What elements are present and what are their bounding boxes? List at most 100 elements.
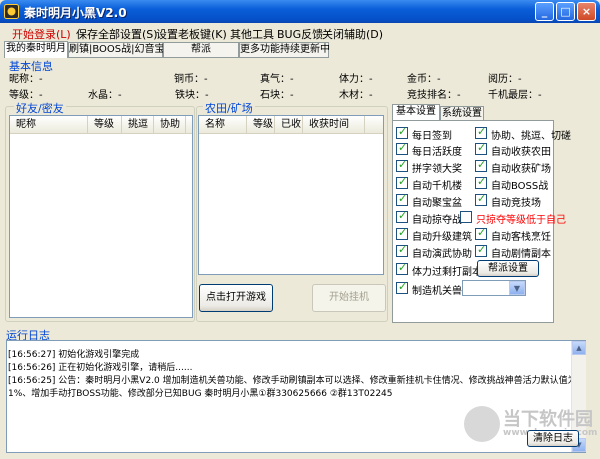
checkbox-box[interactable] — [460, 211, 472, 223]
checkbox-box[interactable]: ✓ — [475, 158, 487, 172]
tab-dungeon-boss[interactable]: 刷镇|BOOS战|幻音宝盒 — [68, 42, 175, 58]
tab-more-features[interactable]: 更多功能持续更新中 — [239, 42, 330, 58]
checkbox-label: 自动千机楼 — [412, 181, 462, 192]
column-header[interactable]: 协助 — [154, 116, 186, 134]
checkbox-label: 拼字领大奖 — [412, 164, 462, 175]
check-mark-icon: ✓ — [398, 141, 408, 154]
column-header[interactable]: 昵称 — [10, 116, 88, 134]
beast-select[interactable]: ▼ — [462, 280, 526, 296]
window-title: 秦时明月小黑V2.0 — [24, 6, 127, 20]
info-wood: 木材：- — [339, 90, 373, 101]
log-line: [16:56:27] 初始化游戏引擎完成 — [8, 350, 140, 360]
checkbox-box[interactable]: ✓ — [396, 209, 408, 223]
info-copper: 铜币：- — [174, 74, 208, 85]
check-mark-icon: ✓ — [477, 192, 487, 205]
check-mark-icon: ✓ — [477, 125, 487, 138]
farm-title: 农田/矿场 — [203, 100, 255, 116]
checkbox-label: 每日活跃度 — [412, 147, 462, 158]
checkbox-box[interactable]: ✓ — [396, 261, 408, 275]
checkbox-box[interactable]: ✓ — [475, 125, 487, 139]
menu-bug-report[interactable]: BUG反馈 — [277, 26, 323, 42]
checkbox-label: 自动竞技场 — [491, 198, 541, 209]
check-mark-icon: ✓ — [398, 226, 408, 239]
minimize-button[interactable]: _ — [535, 2, 554, 21]
log-line: [16:56:26] 正在初始化游戏引擎，请稍后...... — [8, 363, 193, 373]
log-output[interactable]: [16:56:27] 初始化游戏引擎完成 [16:56:26] 正在初始化游戏引… — [6, 340, 586, 453]
checkbox-box[interactable]: ✓ — [396, 125, 408, 139]
log-line: [16:56:25] 公告：秦时明月小黑V2.0 增加制造机关兽功能、修改手动刷… — [8, 376, 577, 386]
checkbox-box[interactable]: ✓ — [396, 158, 408, 172]
checkbox-box[interactable]: ✓ — [396, 226, 408, 240]
info-iron: 铁块：- — [175, 90, 209, 101]
tab-basic-settings[interactable]: 基本设置 — [392, 104, 440, 121]
checkbox-label: 自动剧情副本 — [491, 249, 551, 260]
checkbox-box[interactable]: ✓ — [396, 243, 408, 257]
check-mark-icon: ✓ — [398, 280, 408, 293]
checkbox-label: 自动收获矿场 — [491, 164, 551, 175]
check-mark-icon: ✓ — [477, 158, 487, 171]
column-header[interactable]: 名称 — [199, 116, 247, 134]
column-header[interactable]: 已收 — [275, 116, 303, 134]
checkbox-label: 体力过剩打副本 — [412, 267, 482, 278]
column-header[interactable]: 挑逗 — [122, 116, 154, 134]
friends-list-header: 昵称 等级 挑逗 协助 — [10, 116, 192, 134]
check-mark-icon: ✓ — [398, 209, 408, 222]
checkbox-box[interactable]: ✓ — [475, 243, 487, 257]
farm-list[interactable]: 名称 等级 已收 收获时间 — [198, 115, 384, 275]
friends-title: 好友/密友 — [14, 100, 66, 116]
info-stone: 石块：- — [260, 90, 294, 101]
close-button[interactable]: × — [577, 2, 596, 21]
start-hang-button[interactable]: 开始挂机 — [312, 284, 386, 312]
menu-bar: 开始登录(L) 保存全部设置(S) 设置老板键(K) 其他工具 BUG反馈 关闭… — [0, 23, 600, 43]
check-mark-icon: ✓ — [398, 192, 408, 205]
tab-faction[interactable]: 帮派 — [163, 42, 239, 58]
column-header[interactable]: 收获时间 — [303, 116, 365, 134]
checkbox-box[interactable]: ✓ — [396, 280, 408, 294]
farm-list-header: 名称 等级 已收 收获时间 — [199, 116, 383, 134]
checkbox-label: 自动聚宝盆 — [412, 198, 462, 209]
app-icon — [4, 4, 19, 19]
info-arena-rank: 竞技排名：- — [407, 90, 461, 101]
maximize-button[interactable]: □ — [556, 2, 575, 21]
open-game-button[interactable]: 点击打开游戏 — [199, 284, 273, 312]
check-mark-icon: ✓ — [477, 243, 487, 256]
checkbox-label: 自动演武协助 — [412, 249, 472, 260]
title-bar[interactable]: 秦时明月小黑V2.0 _ □ × — [0, 0, 600, 23]
chevron-down-icon[interactable]: ▼ — [509, 281, 525, 295]
checkbox-label: 只掠夺等级低于自己 — [476, 215, 566, 226]
menu-other-tools[interactable]: 其他工具 — [230, 26, 274, 42]
checkbox-box[interactable]: ✓ — [475, 192, 487, 206]
checkbox-label: 每日签到 — [412, 131, 452, 142]
checkbox-box[interactable]: ✓ — [475, 226, 487, 240]
clear-log-button[interactable]: 清除日志 — [527, 430, 579, 447]
tab-my-qin[interactable]: 我的秦时明月 — [4, 41, 68, 58]
column-header[interactable]: 等级 — [88, 116, 122, 134]
menu-start-login[interactable]: 开始登录(L) — [12, 26, 71, 42]
menu-close-helper[interactable]: 关闭辅助(D) — [322, 26, 383, 42]
checkbox-box[interactable]: ✓ — [396, 175, 408, 189]
menu-save-settings[interactable]: 保存全部设置(S) — [76, 26, 158, 42]
checkbox-label: 协助、挑逗、切磋 — [491, 131, 571, 142]
check-mark-icon: ✓ — [398, 158, 408, 171]
friends-list[interactable]: 昵称 等级 挑逗 协助 — [9, 115, 193, 318]
watermark-logo-icon — [464, 406, 500, 442]
checkbox-label: 制造机关兽 — [412, 286, 462, 297]
check-mark-icon: ✓ — [398, 125, 408, 138]
check-mark-icon: ✓ — [398, 243, 408, 256]
checkbox-box[interactable]: ✓ — [396, 141, 408, 155]
checkbox-box[interactable]: ✓ — [396, 192, 408, 206]
checkbox-label: 自动掠夺战 — [412, 215, 462, 226]
check-mark-icon: ✓ — [398, 175, 408, 188]
checkbox-box[interactable]: ✓ — [475, 175, 487, 189]
checkbox-label: 自动升级建筑 — [412, 232, 472, 243]
check-mark-icon: ✓ — [477, 141, 487, 154]
main-tabstrip: 我的秦时明月 刷镇|BOOS战|幻音宝盒 帮派 更多功能持续更新中 — [0, 41, 600, 59]
checkbox-box[interactable]: ✓ — [475, 141, 487, 155]
check-mark-icon: ✓ — [477, 175, 487, 188]
faction-settings-button[interactable]: 帮派设置 — [477, 260, 539, 277]
scroll-up-icon[interactable]: ▲ — [572, 341, 586, 355]
menu-boss-key[interactable]: 设置老板键(K) — [156, 26, 227, 42]
info-nickname: 昵称：- — [9, 74, 43, 85]
column-header[interactable]: 等级 — [247, 116, 275, 134]
info-stamina: 体力：- — [339, 74, 373, 85]
